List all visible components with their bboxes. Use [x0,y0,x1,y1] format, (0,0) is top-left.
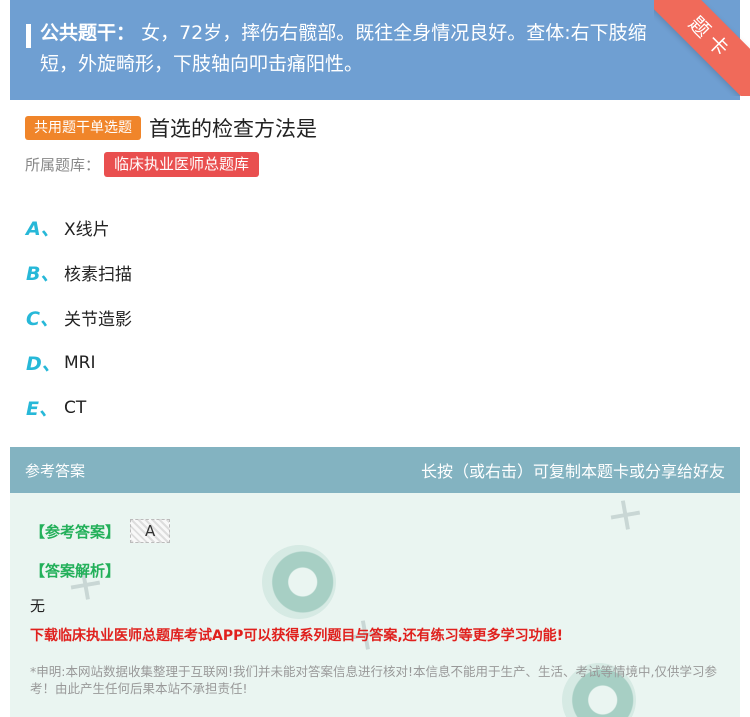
question-stem: 公共题干： 女，72岁，摔伤右髋部。既往全身情况良好。查体:右下肢缩短，外旋畸形… [10,0,740,100]
watermark-logo [262,545,336,619]
option-a[interactable]: A、 X线片 [26,205,132,250]
answer-header-title: 参考答案 [25,461,86,480]
bank-link[interactable]: 临床执业医师总题库 [104,152,260,177]
card-corner-ribbon: 题卡 [654,0,750,96]
question-bank-line: 所属题库： 临床执业医师总题库 [25,152,260,177]
question-header: 共用题干单选题 首选的检查方法是 [25,113,317,143]
option-c[interactable]: C、 关节造影 [26,295,132,340]
option-text: MRI [64,352,96,373]
analysis-label: 【答案解析】 [30,562,121,580]
option-letter: A、 [26,218,60,240]
option-letter: E、 [26,398,58,420]
answer-body: ✕ ✕ ✕ 【参考答案】 A 【答案解析】 无 下载临床执业医师总题库考试APP… [10,493,740,717]
option-text: X线片 [64,220,110,240]
option-list: A、 X线片 B、 核素扫描 C、 关节造影 D、 MRI E、 CT [26,205,132,430]
analysis-text: 无 [30,597,46,615]
answer-header: 参考答案 长按（或右击）可复制本题卡或分享给好友 [10,447,740,493]
stem-accent-bar [26,24,31,48]
watermark-glyph: ✕ [598,493,656,543]
option-text: CT [64,397,87,418]
answer-label: 【参考答案】 [30,522,121,541]
bank-label: 所属题库： [25,156,101,174]
app-promo-link[interactable]: 下载临床执业医师总题库考试APP可以获得系列题目与答案,还有练习等更多学习功能! [30,625,563,645]
card-label: 题卡 [654,0,750,96]
option-d[interactable]: D、 MRI [26,340,132,385]
share-hint: 长按（或右击）可复制本题卡或分享给好友 [420,462,725,481]
answer-value: A [130,519,171,543]
option-b[interactable]: B、 核素扫描 [26,250,132,295]
question-title: 首选的检查方法是 [149,117,317,141]
option-letter: B、 [26,263,60,285]
option-letter: C、 [26,308,59,330]
stem-label: 公共题干： [40,22,136,44]
option-text: 核素扫描 [64,265,132,285]
option-letter: D、 [26,353,61,375]
question-type-tag: 共用题干单选题 [25,116,141,140]
option-text: 关节造影 [64,310,132,330]
disclaimer: *申明:本网站数据收集整理于互联网!我们并未能对答案信息进行核对!本信息不能用于… [30,664,717,696]
option-e[interactable]: E、 CT [26,385,132,430]
answer-row: 【参考答案】 A [30,519,171,543]
